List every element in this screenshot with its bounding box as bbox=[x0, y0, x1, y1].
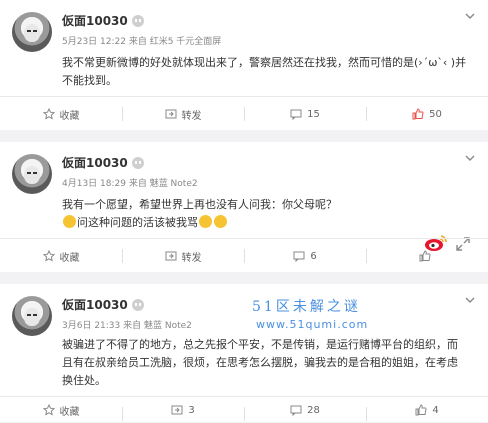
collect-icon bbox=[42, 250, 55, 262]
post-text: 我不常更新微博的好处就体现出来了，警察居然还在找我，然而可惜的是(›´ω`‹ )… bbox=[62, 56, 467, 87]
like-button[interactable] bbox=[366, 239, 488, 273]
watermark-title: 51区未解之谜 bbox=[252, 299, 361, 315]
post-3: 仮面10030 3月6日 21:33 来自 魅蓝 Note2 被骗进了不得了的地… bbox=[0, 284, 488, 422]
comment-icon bbox=[293, 251, 305, 262]
collect-icon bbox=[42, 404, 55, 416]
sweat-emoji-icon bbox=[199, 215, 212, 228]
action-bar: 收藏 转发 15 50 bbox=[0, 96, 488, 131]
repost-icon bbox=[171, 405, 183, 415]
like-icon bbox=[415, 404, 427, 416]
post-text: 被骗进了不得了的地方，总之先报个平安，不是传销，是运行赌博平台的组织，而 且有在… bbox=[62, 338, 458, 387]
post-meta: 4月13日 18:29 来自 魅蓝 Note2 bbox=[62, 179, 198, 189]
avatar[interactable] bbox=[12, 296, 52, 336]
author-name[interactable]: 仮面10030 bbox=[62, 12, 144, 29]
more-icon[interactable] bbox=[464, 152, 476, 164]
like-button[interactable]: 4 bbox=[366, 397, 488, 423]
watermark-url: www.51qumi.com bbox=[256, 318, 369, 331]
collect-button[interactable]: 收藏 bbox=[0, 97, 122, 131]
collect-button[interactable]: 收藏 bbox=[0, 239, 122, 273]
sweat-emoji-icon bbox=[214, 215, 227, 228]
like-icon bbox=[412, 108, 424, 120]
collect-button[interactable]: 收藏 bbox=[0, 397, 122, 423]
author-name[interactable]: 仮面10030 bbox=[62, 154, 144, 171]
post-2: 仮面10030 4月13日 18:29 来自 魅蓝 Note2 我有一个愿望，希… bbox=[0, 142, 488, 272]
more-icon[interactable] bbox=[464, 10, 476, 22]
repost-button[interactable]: 转发 bbox=[122, 239, 244, 273]
more-icon[interactable] bbox=[464, 294, 476, 306]
vip-mark-icon bbox=[131, 299, 144, 311]
author-name[interactable]: 仮面10030 bbox=[62, 296, 144, 313]
comment-icon bbox=[290, 109, 302, 120]
like-icon bbox=[419, 250, 431, 262]
repost-icon bbox=[165, 251, 176, 261]
avatar[interactable] bbox=[12, 12, 52, 52]
like-button[interactable]: 50 bbox=[366, 97, 488, 131]
comment-button[interactable]: 15 bbox=[244, 97, 366, 131]
repost-icon bbox=[165, 109, 176, 119]
sweat-emoji-icon bbox=[63, 215, 76, 228]
post-meta: 3月6日 21:33 来自 魅蓝 Note2 bbox=[62, 321, 192, 331]
avatar[interactable] bbox=[12, 154, 52, 194]
vip-mark-icon bbox=[131, 157, 144, 169]
collect-icon bbox=[42, 108, 55, 120]
post-text: 我有一个愿望，希望世界上再也没有人问我：你父母呢？ 问这种问题的活该被我骂 bbox=[62, 198, 337, 229]
repost-button[interactable]: 转发 bbox=[122, 97, 244, 131]
comment-icon bbox=[290, 405, 302, 416]
action-bar: 收藏 3 28 4 bbox=[0, 396, 488, 423]
action-bar: 收藏 转发 6 bbox=[0, 238, 488, 273]
repost-button[interactable]: 3 bbox=[122, 397, 244, 423]
post-1: 仮面10030 5月23日 12:22 来自 红米5 千元全面屏 我不常更新微博… bbox=[0, 0, 488, 130]
vip-mark-icon bbox=[131, 15, 144, 27]
comment-button[interactable]: 28 bbox=[244, 397, 366, 423]
post-meta: 5月23日 12:22 来自 红米5 千元全面屏 bbox=[62, 37, 222, 47]
comment-button[interactable]: 6 bbox=[244, 239, 366, 273]
